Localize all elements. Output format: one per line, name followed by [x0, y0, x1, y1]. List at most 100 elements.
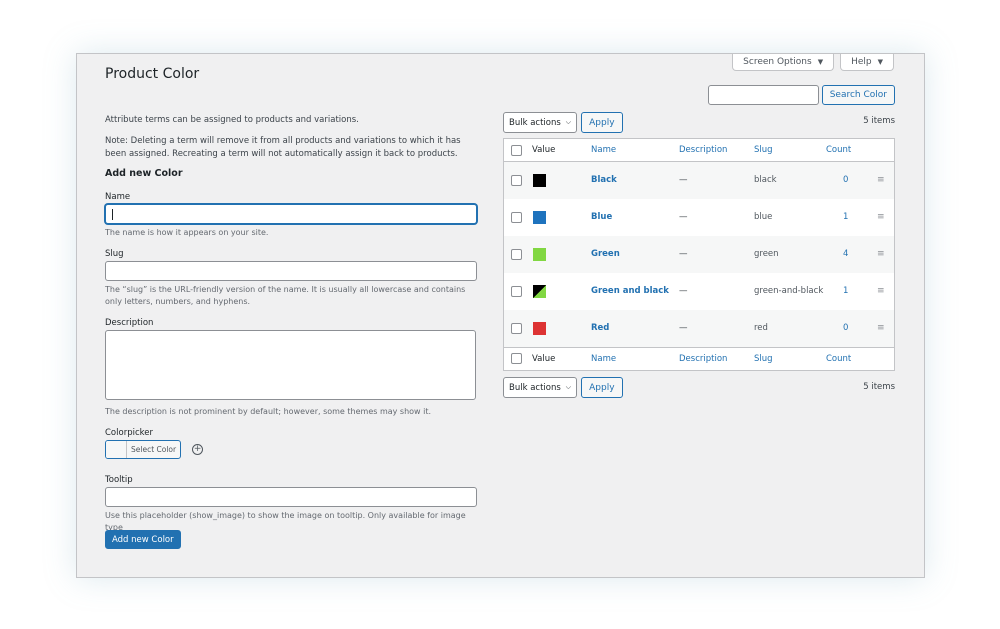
term-count-link[interactable]: 4 [843, 249, 848, 259]
color-swatch [533, 284, 546, 298]
drag-handle-icon[interactable]: ≡ [877, 286, 885, 296]
term-slug: red [754, 323, 768, 333]
tooltip-field[interactable] [105, 487, 477, 507]
row-checkbox[interactable] [511, 174, 522, 186]
column-count[interactable]: Count [826, 354, 851, 364]
color-swatch [533, 210, 546, 224]
term-name-link[interactable]: Red [591, 323, 609, 333]
search-box: Search Color [707, 85, 895, 105]
bulk-actions-bottom: Bulk actions ⌵ Apply [503, 377, 623, 398]
search-button[interactable]: Search Color [821, 85, 895, 105]
slug-field[interactable] [105, 261, 477, 281]
description-label: Description [105, 318, 154, 328]
select-color-button[interactable]: Select Color [105, 440, 182, 459]
bulk-actions-label: Bulk actions [509, 382, 561, 393]
select-color-label: Select Color [131, 445, 177, 454]
apply-button[interactable]: Apply [581, 112, 623, 133]
slug-label: Slug [105, 249, 124, 259]
intro-text: Attribute terms can be assigned to produ… [105, 115, 359, 125]
slug-description: The “slug” is the URL-friendly version o… [105, 285, 466, 306]
apply-button[interactable]: Apply [581, 377, 623, 398]
add-new-color-button[interactable]: Add new Color [105, 530, 181, 549]
table-row: Blue — blue 1 ≡ [504, 199, 894, 236]
row-checkbox[interactable] [511, 248, 522, 260]
bulk-actions-label: Bulk actions [509, 117, 561, 128]
column-name[interactable]: Name [591, 145, 616, 155]
search-input[interactable] [707, 85, 819, 105]
chevron-down-icon: ⌵ [565, 383, 572, 391]
term-count-link[interactable]: 0 [843, 175, 848, 185]
color-swatch [533, 321, 546, 335]
table-row: Red — red 0 ≡ [504, 310, 894, 347]
select-all-checkbox-footer[interactable] [511, 353, 522, 364]
bulk-actions-select[interactable]: Bulk actions ⌵ [503, 112, 578, 133]
term-count-link[interactable]: 0 [843, 323, 848, 333]
color-swatch [533, 173, 546, 187]
colorpicker: Select Color + [105, 440, 204, 459]
description-help: The description is not prominent by defa… [105, 407, 432, 416]
description-textarea[interactable] [105, 330, 476, 400]
name-description: The name is how it appears on your site. [105, 228, 269, 237]
screen-options-tab[interactable]: Screen Options ▼ [732, 54, 835, 71]
table-row: Green — green 4 ≡ [504, 236, 894, 273]
help-label: Help [851, 56, 872, 67]
items-count: 5 items [863, 382, 895, 392]
drag-handle-icon[interactable]: ≡ [877, 249, 885, 259]
add-circle-icon[interactable]: + [192, 444, 204, 455]
row-checkbox[interactable] [511, 285, 522, 297]
term-name-link[interactable]: Black [591, 175, 617, 185]
color-swatch-preview [106, 441, 127, 458]
terms-table: Value Name Description Slug Count Black … [503, 138, 895, 371]
row-checkbox[interactable] [511, 211, 522, 223]
row-checkbox[interactable] [511, 322, 522, 334]
term-description: — [679, 249, 688, 259]
column-description[interactable]: Description [679, 354, 727, 364]
select-all-checkbox[interactable] [511, 144, 522, 156]
term-slug: green [754, 249, 779, 259]
column-description[interactable]: Description [679, 145, 727, 155]
column-slug[interactable]: Slug [754, 354, 773, 364]
term-description: — [679, 212, 688, 222]
bulk-actions-select[interactable]: Bulk actions ⌵ [503, 377, 578, 398]
table-header: Value Name Description Slug Count [504, 139, 894, 162]
tooltip-label: Tooltip [105, 475, 133, 485]
caret-down-icon: ▼ [817, 57, 824, 66]
term-description: — [679, 175, 688, 185]
column-value: Value [532, 353, 556, 364]
term-name-link[interactable]: Blue [591, 212, 612, 222]
drag-handle-icon[interactable]: ≡ [877, 175, 885, 185]
note-text: Note: Deleting a term will remove it fro… [105, 136, 461, 159]
help-tab[interactable]: Help ▼ [840, 54, 894, 71]
table-row: Green and black — green-and-black 1 ≡ [504, 273, 894, 310]
column-count[interactable]: Count [826, 145, 851, 155]
term-name-link[interactable]: Green and black [591, 286, 669, 296]
name-field[interactable] [105, 204, 477, 224]
drag-handle-icon[interactable]: ≡ [877, 212, 885, 222]
term-slug: green-and-black [754, 286, 824, 296]
form-title: Add new Color [105, 168, 183, 179]
screen-options-label: Screen Options [743, 56, 812, 67]
items-count: 5 items [863, 116, 895, 126]
chevron-down-icon: ⌵ [565, 118, 572, 126]
name-label: Name [105, 192, 131, 202]
admin-frame: Screen Options ▼ Help ▼ Product Color Se… [76, 53, 925, 578]
bulk-actions-top: Bulk actions ⌵ Apply [503, 112, 623, 133]
caret-down-icon: ▼ [877, 57, 883, 66]
colorpicker-label: Colorpicker [105, 428, 153, 438]
column-value: Value [532, 145, 556, 155]
term-count-link[interactable]: 1 [843, 286, 848, 296]
term-description: — [679, 323, 688, 333]
page-title: Product Color [105, 66, 200, 82]
column-slug[interactable]: Slug [754, 145, 773, 155]
table-footer: Value Name Description Slug Count [504, 347, 894, 370]
color-swatch [533, 247, 546, 261]
term-description: — [679, 286, 688, 296]
column-name[interactable]: Name [591, 354, 616, 364]
term-slug: blue [754, 212, 773, 222]
text-cursor [112, 209, 113, 220]
drag-handle-icon[interactable]: ≡ [877, 323, 885, 333]
term-slug: black [754, 175, 777, 185]
screen-meta-tabs: Screen Options ▼ Help ▼ [732, 54, 894, 71]
term-name-link[interactable]: Green [591, 249, 620, 259]
term-count-link[interactable]: 1 [843, 212, 848, 222]
